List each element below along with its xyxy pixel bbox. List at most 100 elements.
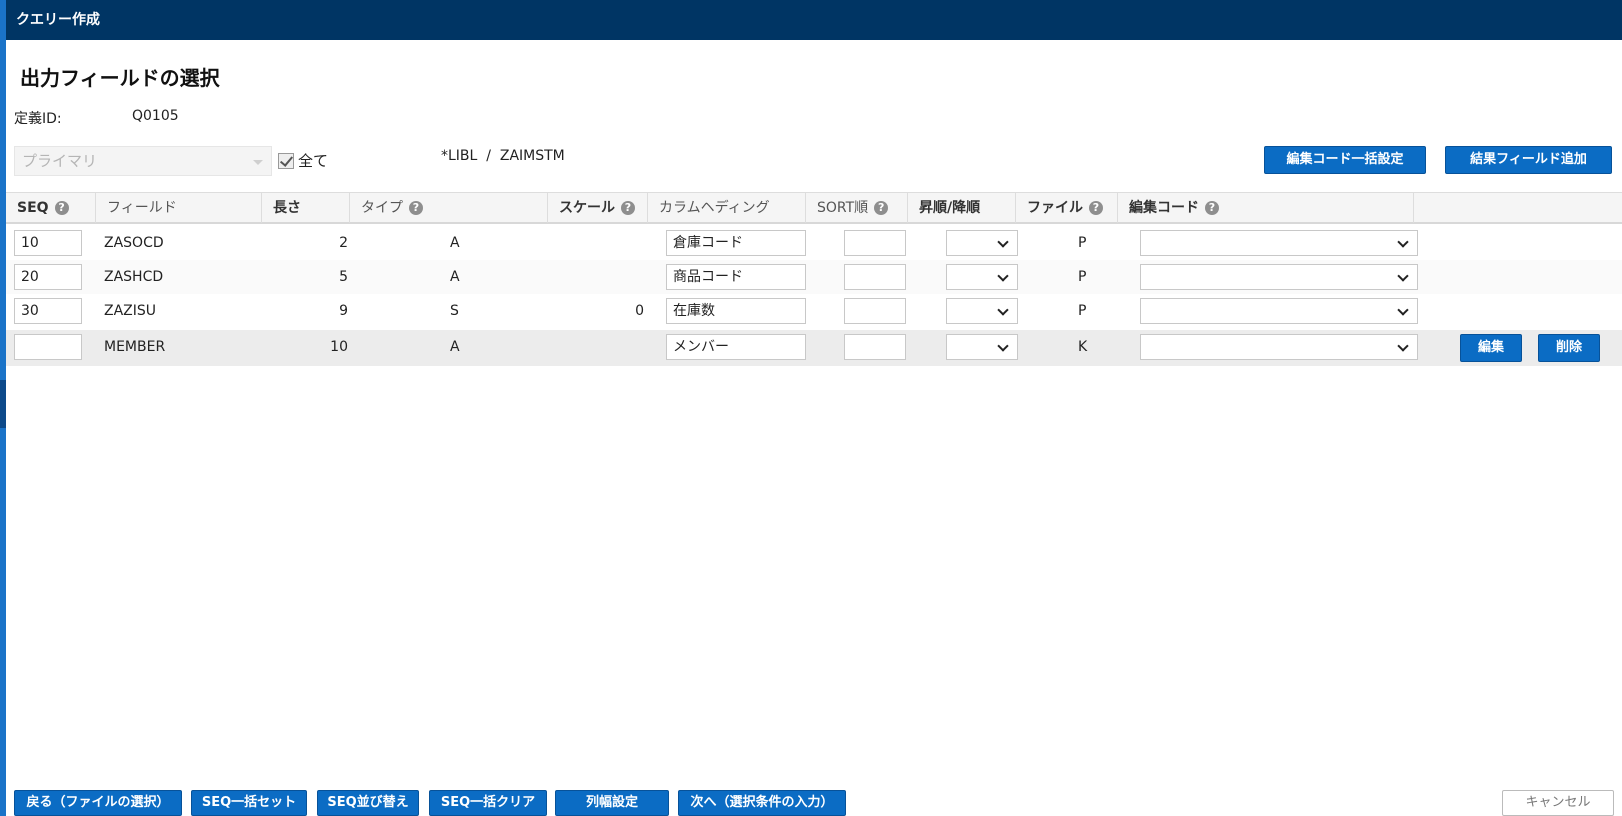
select-all-checkbox[interactable] xyxy=(278,152,294,169)
header-seq[interactable]: SEQ ? xyxy=(6,193,96,223)
chevron-down-icon xyxy=(1397,236,1409,248)
field-length: 5 xyxy=(339,269,348,285)
sort-order-input[interactable] xyxy=(844,334,906,360)
asc-desc-select[interactable] xyxy=(946,334,1018,360)
chevron-down-icon xyxy=(997,304,1009,316)
table-row: 10 ZASOCD 2 A 倉庫コード P xyxy=(6,226,1622,260)
header-asc-desc-label: 昇順/降順 xyxy=(919,200,981,216)
field-length: 9 xyxy=(339,303,348,319)
field-scale: 0 xyxy=(635,303,644,319)
edit-code-select[interactable] xyxy=(1140,334,1418,360)
header-sort-order[interactable]: SORT順 ? xyxy=(806,193,908,223)
help-icon[interactable]: ? xyxy=(874,201,889,215)
field-type: A xyxy=(450,235,460,251)
next-condition-input-button[interactable]: 次へ（選択条件の入力） xyxy=(678,790,846,816)
header-seq-label: SEQ xyxy=(17,200,49,216)
seq-sort-button[interactable]: SEQ並び替え xyxy=(317,790,419,816)
help-icon[interactable]: ? xyxy=(621,201,635,215)
column-heading-input[interactable]: 商品コード xyxy=(666,264,806,290)
field-scale xyxy=(548,260,644,294)
chevron-down-icon xyxy=(1397,270,1409,282)
primary-file-select-placeholder: プライマリ xyxy=(22,152,98,170)
cancel-button[interactable]: キャンセル xyxy=(1502,790,1614,816)
page-title: 出力フィールドの選択 xyxy=(20,66,220,90)
delete-row-button[interactable]: 削除 xyxy=(1538,334,1600,362)
seq-bulk-clear-button[interactable]: SEQ一括クリア xyxy=(429,790,547,816)
window-title: クエリー作成 xyxy=(16,12,100,28)
help-icon[interactable]: ? xyxy=(1089,201,1103,215)
field-name: ZASHCD xyxy=(104,269,164,285)
header-length[interactable]: 長さ xyxy=(262,193,350,223)
header-edit-code[interactable]: 編集コード ? xyxy=(1118,193,1414,223)
seq-input[interactable]: 30 xyxy=(14,298,82,324)
chevron-down-icon xyxy=(997,340,1009,352)
back-to-file-select-button[interactable]: 戻る（ファイルの選択） xyxy=(14,790,182,816)
header-length-label: 長さ xyxy=(273,200,301,216)
field-type: S xyxy=(450,303,459,319)
seq-bulk-set-button[interactable]: SEQ一括セット xyxy=(191,790,307,816)
chevron-down-icon xyxy=(997,270,1009,282)
header-file-label: ファイル xyxy=(1027,200,1083,216)
header-edit-code-label: 編集コード xyxy=(1129,200,1199,216)
table-row: 20 ZASHCD 5 A 商品コード P xyxy=(6,260,1622,294)
seq-input[interactable]: 20 xyxy=(14,264,82,290)
header-column-heading-label: カラムヘディング xyxy=(659,200,770,216)
help-icon[interactable]: ? xyxy=(1205,201,1219,215)
help-icon[interactable]: ? xyxy=(54,201,69,215)
header-type[interactable]: タイプ ? xyxy=(350,193,548,223)
header-column-heading[interactable]: カラムヘディング xyxy=(648,193,806,223)
primary-file-select[interactable]: プライマリ xyxy=(14,146,272,176)
chevron-down-icon xyxy=(1397,304,1409,316)
seq-input[interactable] xyxy=(14,334,82,360)
field-length: 2 xyxy=(339,235,348,251)
file-code: P xyxy=(1078,303,1087,319)
header-scale[interactable]: スケール ? xyxy=(548,193,648,223)
edit-row-button[interactable]: 編集 xyxy=(1460,334,1522,362)
dropdown-caret-icon xyxy=(253,160,263,165)
asc-desc-select[interactable] xyxy=(946,298,1018,324)
file-code: K xyxy=(1078,339,1088,355)
sort-order-input[interactable] xyxy=(844,264,906,290)
edit-code-select[interactable] xyxy=(1140,264,1418,290)
table-row: MEMBER 10 A メンバー K 編集 削除 xyxy=(6,330,1622,366)
field-table-header: SEQ ? フィールド 長さ タイプ ? スケール ? カラムヘディング SOR… xyxy=(6,192,1622,224)
file-code: P xyxy=(1078,269,1087,285)
edit-code-select[interactable] xyxy=(1140,230,1418,256)
asc-desc-select[interactable] xyxy=(946,230,1018,256)
chevron-down-icon xyxy=(1397,340,1409,352)
seq-input[interactable]: 10 xyxy=(14,230,82,256)
add-result-field-button[interactable]: 結果フィールド追加 xyxy=(1445,146,1612,174)
definition-id-label: 定義ID: xyxy=(14,111,62,127)
asc-desc-select[interactable] xyxy=(946,264,1018,290)
field-length: 10 xyxy=(330,339,348,355)
help-icon[interactable]: ? xyxy=(409,201,423,215)
field-name: ZAZISU xyxy=(104,303,157,319)
select-all-label: 全て xyxy=(298,152,329,170)
table-row: 30 ZAZISU 9 S 0 在庫数 P xyxy=(6,294,1622,328)
select-all-toggle[interactable]: 全て xyxy=(278,150,328,171)
column-heading-input[interactable]: 倉庫コード xyxy=(666,230,806,256)
window-titlebar: クエリー作成 xyxy=(6,0,1622,40)
column-heading-input[interactable]: 在庫数 xyxy=(666,298,806,324)
header-file[interactable]: ファイル ? xyxy=(1016,193,1118,223)
field-name: ZASOCD xyxy=(104,235,164,251)
field-type: A xyxy=(450,339,460,355)
file-code: P xyxy=(1078,235,1087,251)
header-field-label: フィールド xyxy=(107,200,177,216)
bulk-edit-code-button[interactable]: 編集コード一括設定 xyxy=(1264,146,1426,174)
column-heading-input[interactable]: メンバー xyxy=(666,334,806,360)
header-sort-order-label: SORT順 xyxy=(817,200,869,216)
edit-code-select[interactable] xyxy=(1140,298,1418,324)
field-type: A xyxy=(450,269,460,285)
header-field[interactable]: フィールド xyxy=(96,193,262,223)
definition-id-value: Q0105 xyxy=(132,108,179,124)
header-scale-label: スケール xyxy=(559,200,615,216)
header-asc-desc[interactable]: 昇順/降順 xyxy=(908,193,1016,223)
sort-order-input[interactable] xyxy=(844,298,906,324)
library-file-path: *LIBL / ZAIMSTM xyxy=(441,148,565,164)
column-width-settings-button[interactable]: 列幅設定 xyxy=(555,790,669,816)
sort-order-input[interactable] xyxy=(844,230,906,256)
chevron-down-icon xyxy=(997,236,1009,248)
field-scale xyxy=(548,226,644,260)
sidebar-toggle-handle[interactable] xyxy=(0,380,6,428)
